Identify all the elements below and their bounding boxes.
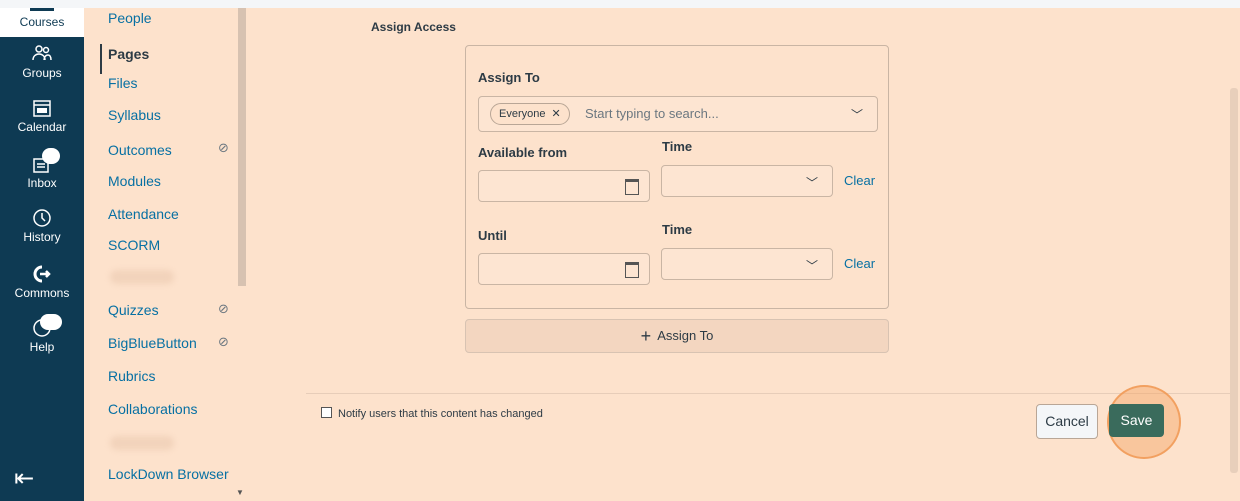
nav-calendar[interactable]: Calendar xyxy=(0,98,84,134)
nav-history-label: History xyxy=(23,230,61,244)
blurred-nav-item xyxy=(110,436,174,450)
calendar-icon[interactable] xyxy=(625,262,639,278)
nav-inbox-label: Inbox xyxy=(27,176,57,190)
until-label: Until xyxy=(478,228,507,243)
clock-icon xyxy=(32,208,52,228)
course-nav-modules[interactable]: Modules xyxy=(108,173,161,189)
available-from-label: Available from xyxy=(478,145,568,160)
assign-to-button-label: Assign To xyxy=(657,328,714,343)
inbox-icon xyxy=(32,148,60,174)
assign-card: Assign To Everyone ✕ Start typing to sear… xyxy=(465,45,889,309)
assign-access-title: Assign Access xyxy=(371,20,456,34)
until-time-select[interactable]: ﹀ xyxy=(661,248,833,280)
hidden-eye-icon: ⊘ xyxy=(218,334,229,349)
nav-commons[interactable]: Commons xyxy=(0,264,84,300)
nav-commons-label: Commons xyxy=(14,286,70,300)
course-nav-syllabus[interactable]: Syllabus xyxy=(108,107,161,123)
search-placeholder: Start typing to search... xyxy=(585,106,719,121)
nav-groups[interactable]: Groups xyxy=(0,44,84,80)
nav-history[interactable]: History xyxy=(0,208,84,244)
courses-icon xyxy=(30,8,54,11)
clear-until-link[interactable]: Clear xyxy=(844,256,875,271)
save-button[interactable]: Save xyxy=(1109,404,1164,437)
course-nav-scrollbar[interactable] xyxy=(238,8,246,286)
remove-tag-icon[interactable]: ✕ xyxy=(551,108,560,120)
chevron-down-icon[interactable]: ﹀ xyxy=(851,106,863,123)
commons-icon xyxy=(32,264,52,284)
help-badge xyxy=(40,314,62,330)
calendar-icon xyxy=(32,98,52,118)
everyone-tag-label: Everyone xyxy=(499,108,546,120)
course-nav-outcomes[interactable]: Outcomes xyxy=(108,142,172,158)
nav-help-label: Help xyxy=(29,340,55,354)
everyone-tag[interactable]: Everyone ✕ xyxy=(490,103,570,125)
active-indicator xyxy=(100,44,102,74)
course-nav-pages[interactable]: Pages xyxy=(108,46,149,62)
main-scrollbar[interactable] xyxy=(1230,88,1238,473)
blurred-nav-item xyxy=(110,270,174,284)
course-nav-rubrics[interactable]: Rubrics xyxy=(108,368,155,384)
scroll-down-arrow-icon[interactable]: ▼ xyxy=(236,488,244,497)
course-nav-lockdown-browser[interactable]: LockDown Browser xyxy=(108,466,229,482)
footer-divider xyxy=(306,393,1230,394)
help-icon xyxy=(32,314,62,338)
checkbox-icon[interactable] xyxy=(321,407,332,418)
plus-icon: + xyxy=(640,326,652,346)
collapse-nav-icon[interactable]: ⇤ xyxy=(14,464,34,493)
nav-courses[interactable]: Courses xyxy=(0,8,84,37)
course-nav-people[interactable]: People xyxy=(108,10,152,26)
nav-help[interactable]: Help xyxy=(0,314,84,354)
assign-to-button[interactable]: + Assign To xyxy=(465,319,889,353)
hidden-eye-icon: ⊘ xyxy=(218,301,229,316)
nav-courses-label: Courses xyxy=(19,15,65,29)
course-nav-scorm[interactable]: SCORM xyxy=(108,237,160,253)
calendar-icon[interactable] xyxy=(625,179,639,195)
course-nav: People Pages Files Syllabus Outcomes ⊘ M… xyxy=(84,8,250,501)
course-nav-quizzes[interactable]: Quizzes xyxy=(108,302,159,318)
nav-calendar-label: Calendar xyxy=(17,120,67,134)
available-from-time-select[interactable]: ﹀ xyxy=(661,165,833,197)
chevron-down-icon: ﹀ xyxy=(805,259,818,273)
global-nav: Courses Groups Calendar Inbox History Co… xyxy=(0,8,84,501)
groups-icon xyxy=(32,44,52,64)
course-nav-files[interactable]: Files xyxy=(108,75,138,91)
assignee-combobox[interactable]: Everyone ✕ Start typing to search... ﹀ xyxy=(478,96,878,132)
notify-users-label: Notify users that this content has chang… xyxy=(338,408,543,420)
notify-users-checkbox[interactable]: Notify users that this content has chang… xyxy=(321,407,543,420)
time-label: Time xyxy=(662,139,693,154)
until-date-input[interactable] xyxy=(478,253,650,285)
course-nav-attendance[interactable]: Attendance xyxy=(108,206,179,222)
course-nav-collaborations[interactable]: Collaborations xyxy=(108,401,198,417)
hidden-eye-icon: ⊘ xyxy=(218,140,229,155)
available-from-date-input[interactable] xyxy=(478,170,650,202)
time-label: Time xyxy=(662,222,693,237)
clear-available-from-link[interactable]: Clear xyxy=(844,173,875,188)
top-strip xyxy=(0,0,1240,8)
inbox-badge xyxy=(42,148,60,164)
main-content: Assign Access Assign To Everyone ✕ Start … xyxy=(250,8,1240,501)
assign-to-label: Assign To xyxy=(478,70,540,85)
cancel-button[interactable]: Cancel xyxy=(1036,404,1098,439)
nav-inbox[interactable]: Inbox xyxy=(0,148,84,190)
course-nav-bigbluebutton[interactable]: BigBlueButton xyxy=(108,335,197,351)
nav-groups-label: Groups xyxy=(22,66,62,80)
chevron-down-icon: ﹀ xyxy=(805,176,818,190)
